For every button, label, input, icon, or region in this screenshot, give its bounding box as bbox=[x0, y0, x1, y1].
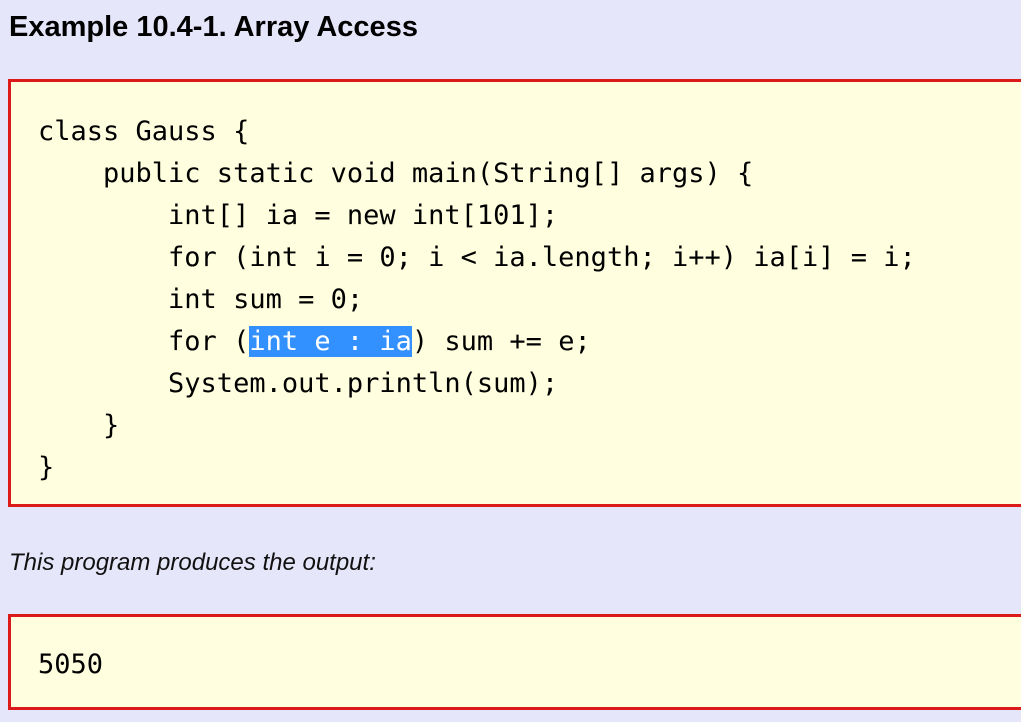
code-line-1: class Gauss { bbox=[38, 116, 250, 147]
code-line-9: } bbox=[38, 452, 55, 483]
code-line-2: public static void main(String[] args) { bbox=[38, 158, 754, 189]
code-listing[interactable]: class Gauss { public static void main(St… bbox=[38, 111, 916, 489]
code-line-6-after-selection: ) sum += e; bbox=[411, 326, 591, 357]
text-selection-highlight[interactable]: int e : ia bbox=[249, 326, 412, 357]
code-line-7: System.out.println(sum); bbox=[38, 368, 559, 399]
code-line-3: int[] ia = new int[101]; bbox=[38, 200, 559, 231]
code-line-5: int sum = 0; bbox=[38, 284, 364, 315]
code-line-6: for (int e : ia) sum += e; bbox=[38, 321, 916, 363]
code-line-6-before-selection: for ( bbox=[38, 326, 250, 357]
example-title: Example 10.4-1. Array Access bbox=[9, 11, 418, 43]
program-output-box: 5050 bbox=[8, 614, 1021, 710]
code-listing-box: class Gauss { public static void main(St… bbox=[8, 79, 1021, 507]
program-output[interactable]: 5050 bbox=[38, 644, 103, 686]
code-line-4: for (int i = 0; i < ia.length; i++) ia[i… bbox=[38, 242, 916, 273]
output-caption: This program produces the output: bbox=[9, 549, 376, 576]
code-line-8: } bbox=[38, 410, 120, 441]
